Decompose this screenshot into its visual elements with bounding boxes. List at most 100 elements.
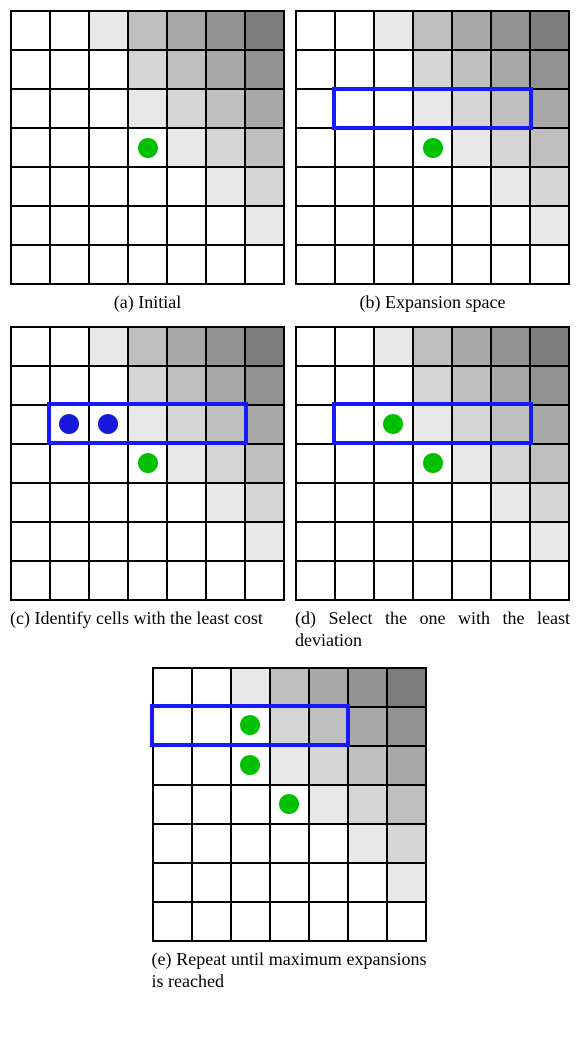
grid-cell bbox=[128, 561, 167, 600]
grid-cell bbox=[270, 902, 309, 941]
grid-cell bbox=[348, 746, 387, 785]
grid-cell bbox=[206, 561, 245, 600]
grid-cell bbox=[128, 245, 167, 284]
grid-cell bbox=[335, 444, 374, 483]
grid-cell bbox=[167, 522, 206, 561]
caption-e: (e) Repeat until maximum expansions is r… bbox=[152, 948, 427, 996]
grid-cell bbox=[128, 50, 167, 89]
grid-cell bbox=[231, 785, 270, 824]
caption-b: (b) Expansion space bbox=[295, 291, 570, 314]
grid-cell bbox=[491, 444, 530, 483]
grid-cell bbox=[270, 668, 309, 707]
grid-cell bbox=[452, 444, 491, 483]
grid-cell bbox=[491, 11, 530, 50]
grid-cell bbox=[491, 50, 530, 89]
grid-cell bbox=[50, 11, 89, 50]
grid-cell bbox=[11, 89, 50, 128]
grid-cell bbox=[452, 366, 491, 405]
grid-cell bbox=[387, 863, 426, 902]
grid-cell bbox=[530, 444, 569, 483]
grid-cell bbox=[309, 863, 348, 902]
grid-d-wrap bbox=[295, 326, 570, 601]
grid-cell bbox=[335, 167, 374, 206]
grid-cell bbox=[374, 128, 413, 167]
grid-cell bbox=[296, 522, 335, 561]
grid-cell bbox=[167, 128, 206, 167]
grid-cell bbox=[128, 522, 167, 561]
grid-cell bbox=[153, 863, 192, 902]
grid-cell bbox=[89, 245, 128, 284]
grid-cell bbox=[206, 89, 245, 128]
grid-cell bbox=[245, 444, 284, 483]
grid-cell bbox=[335, 206, 374, 245]
grid-cell bbox=[374, 206, 413, 245]
grid-cell bbox=[167, 50, 206, 89]
grid-cell bbox=[413, 366, 452, 405]
grid-cell bbox=[167, 444, 206, 483]
grid-cell bbox=[245, 11, 284, 50]
grid-cell bbox=[245, 50, 284, 89]
grid-cell bbox=[153, 668, 192, 707]
grid-cell bbox=[167, 327, 206, 366]
grid-cell bbox=[11, 405, 50, 444]
grid-cell bbox=[206, 128, 245, 167]
grid-cell bbox=[491, 206, 530, 245]
grid-cell bbox=[245, 327, 284, 366]
grid-cell bbox=[153, 785, 192, 824]
grid-cell bbox=[245, 366, 284, 405]
grid-cell bbox=[245, 522, 284, 561]
grid-cell bbox=[413, 522, 452, 561]
grid-cell bbox=[374, 483, 413, 522]
grid-cell bbox=[348, 707, 387, 746]
grid-cell bbox=[11, 50, 50, 89]
blue-dot bbox=[98, 414, 118, 434]
grid-cell bbox=[89, 483, 128, 522]
grid-cell bbox=[128, 89, 167, 128]
panel-d: (d) Select the one with the least deviat… bbox=[295, 326, 570, 655]
grid-cell bbox=[530, 89, 569, 128]
grid-cell bbox=[50, 444, 89, 483]
grid-cell bbox=[245, 128, 284, 167]
grid-cell bbox=[296, 50, 335, 89]
grid-cell bbox=[245, 483, 284, 522]
grid-cell bbox=[387, 785, 426, 824]
grid-cell bbox=[153, 746, 192, 785]
panel-b: (b) Expansion space bbox=[295, 10, 570, 314]
grid-cell bbox=[335, 522, 374, 561]
grid-cell bbox=[167, 245, 206, 284]
grid-cell bbox=[309, 824, 348, 863]
grid-cell bbox=[530, 206, 569, 245]
green-dot bbox=[138, 138, 158, 158]
grid-cell bbox=[335, 11, 374, 50]
grid-cell bbox=[11, 206, 50, 245]
grid-cell bbox=[50, 50, 89, 89]
expansion-window bbox=[332, 87, 532, 130]
grid-cell bbox=[491, 522, 530, 561]
grid-cell bbox=[374, 444, 413, 483]
grid-cell bbox=[206, 167, 245, 206]
grid-cell bbox=[530, 561, 569, 600]
grid-cell bbox=[387, 824, 426, 863]
green-dot bbox=[383, 414, 403, 434]
caption-a: (a) Initial bbox=[10, 291, 285, 314]
grid-cell bbox=[335, 128, 374, 167]
grid-cell bbox=[452, 522, 491, 561]
grid-cell bbox=[491, 327, 530, 366]
grid-cell bbox=[452, 128, 491, 167]
grid-cell bbox=[374, 11, 413, 50]
grid-cell bbox=[231, 863, 270, 902]
grid-cell bbox=[413, 206, 452, 245]
grid-cell bbox=[335, 483, 374, 522]
grid-cell bbox=[50, 245, 89, 284]
grid-cell bbox=[167, 561, 206, 600]
grid-cell bbox=[50, 89, 89, 128]
grid-cell bbox=[309, 668, 348, 707]
grid-cell bbox=[335, 245, 374, 284]
grid-cell bbox=[335, 561, 374, 600]
grid-cell bbox=[387, 746, 426, 785]
grid-cell bbox=[231, 902, 270, 941]
grid-cell bbox=[530, 522, 569, 561]
grid-cell bbox=[89, 11, 128, 50]
grid-cell bbox=[530, 483, 569, 522]
grid-cell bbox=[296, 11, 335, 50]
